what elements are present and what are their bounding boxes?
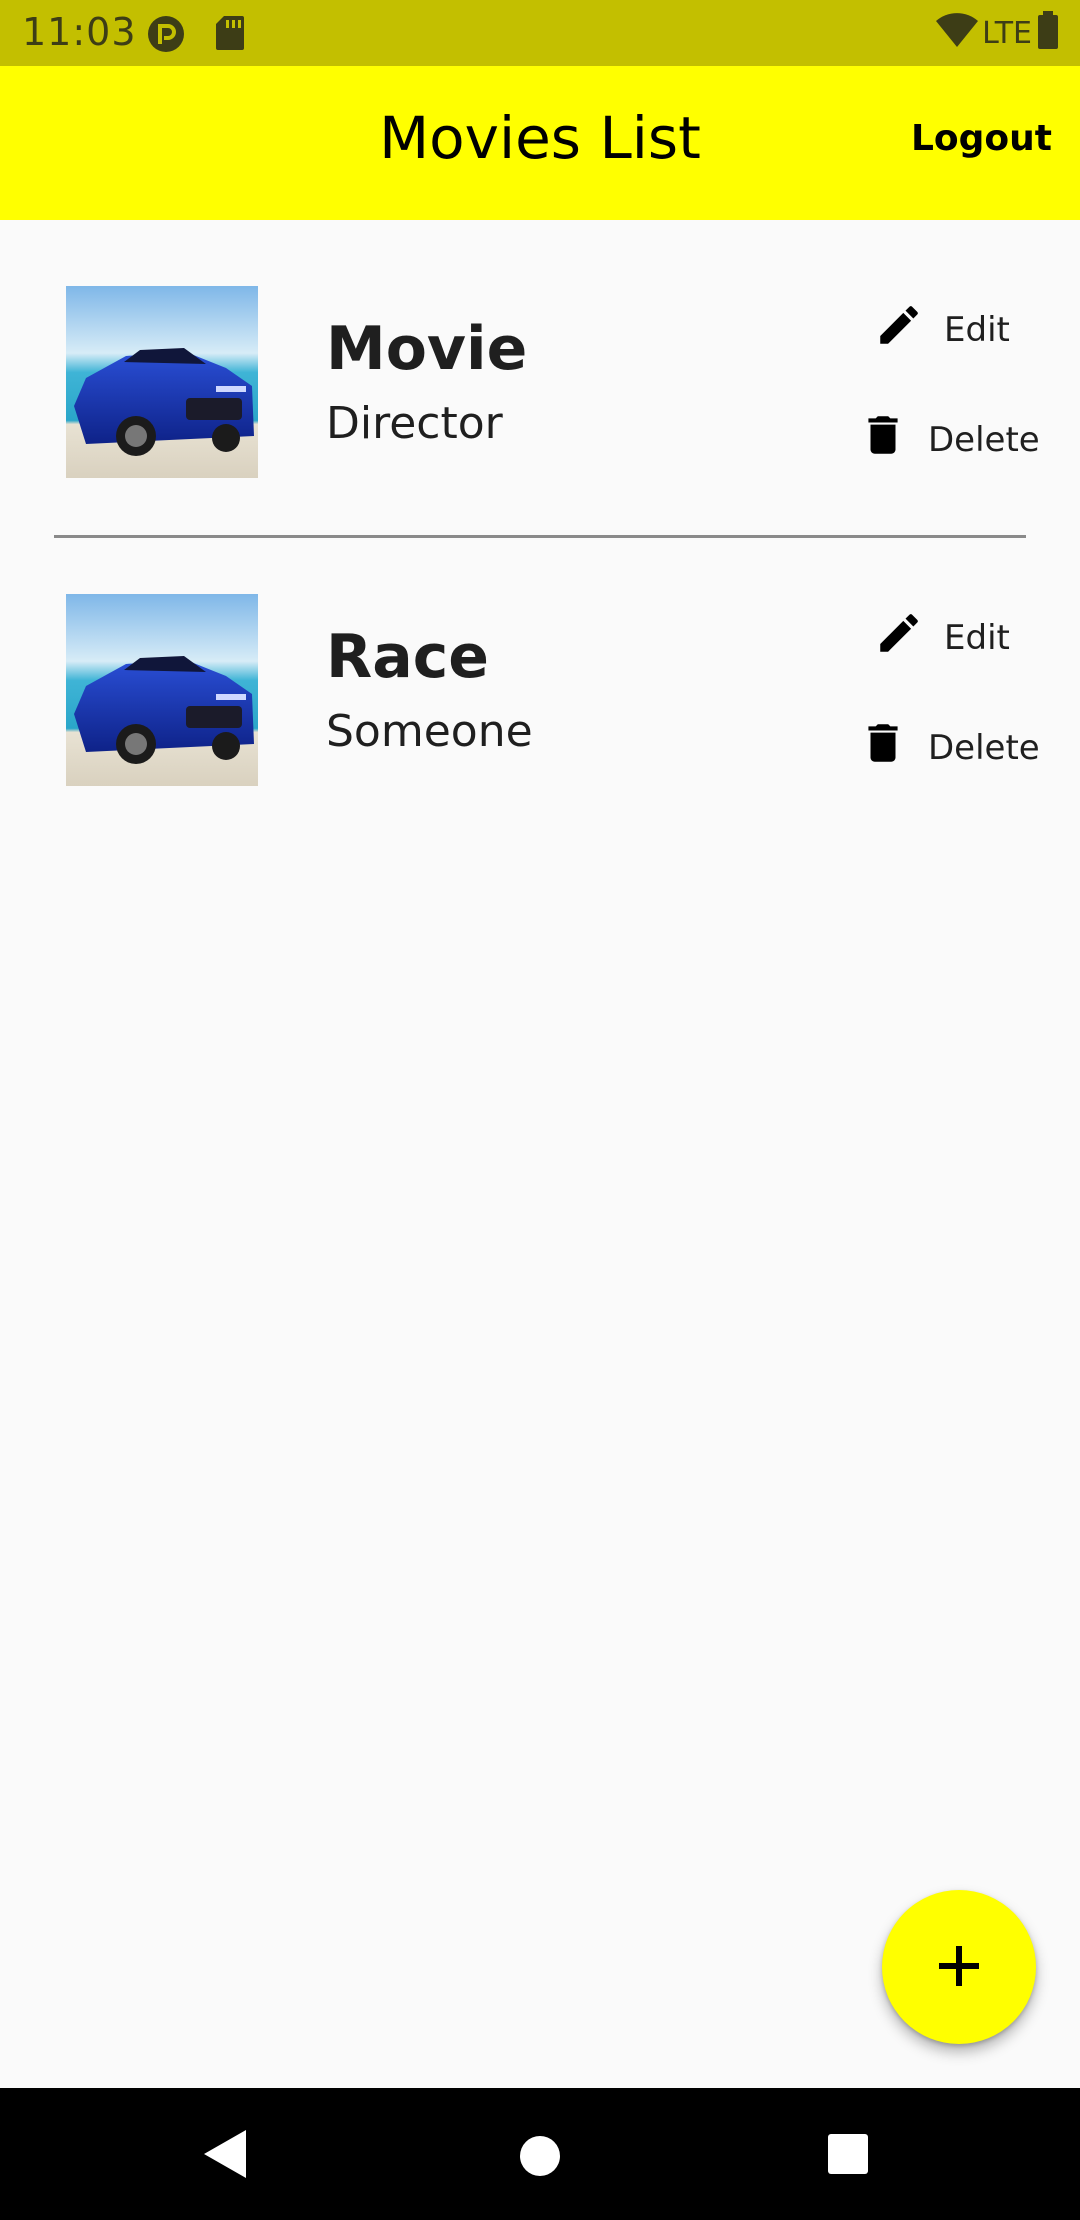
pocket-casts-icon	[146, 14, 186, 58]
home-icon	[518, 2136, 562, 2181]
logout-button[interactable]: Logout	[911, 118, 1052, 159]
delete-button[interactable]: Delete	[858, 410, 1040, 469]
recents-icon	[826, 2134, 870, 2179]
sd-card-icon	[214, 14, 246, 56]
pencil-icon	[874, 300, 924, 359]
trash-icon	[858, 718, 908, 777]
recents-button[interactable]	[826, 2132, 870, 2179]
wifi-icon	[936, 13, 979, 53]
delete-button[interactable]: Delete	[858, 718, 1040, 777]
network-label: LTE	[982, 15, 1032, 51]
edit-label: Edit	[944, 617, 1010, 658]
delete-label: Delete	[928, 727, 1040, 768]
edit-label: Edit	[944, 309, 1010, 350]
list-item[interactable]: Movie Director Edit Delete	[0, 220, 1080, 520]
status-bar: 11:03 LTE	[0, 0, 1080, 66]
trash-icon	[858, 410, 908, 469]
movie-thumbnail	[66, 594, 258, 786]
add-movie-button[interactable]	[882, 1890, 1036, 2044]
back-button[interactable]	[200, 2128, 250, 2183]
movie-director: Director	[326, 398, 503, 449]
battery-icon	[1036, 11, 1060, 55]
edit-button[interactable]: Edit	[874, 300, 1010, 359]
system-nav-bar	[0, 2088, 1080, 2220]
status-right: LTE	[936, 11, 1060, 55]
movie-title: Race	[326, 622, 489, 692]
movie-director: Someone	[326, 706, 533, 757]
plus-icon	[935, 1942, 983, 1993]
edit-button[interactable]: Edit	[874, 608, 1010, 667]
status-time: 11:03	[22, 10, 137, 54]
pencil-icon	[874, 608, 924, 667]
list-item[interactable]: Race Someone Edit Delete	[0, 528, 1080, 828]
delete-label: Delete	[928, 419, 1040, 460]
movie-thumbnail	[66, 286, 258, 478]
app-bar: Movies List Logout	[0, 66, 1080, 220]
movie-title: Movie	[326, 314, 528, 384]
back-icon	[200, 2130, 250, 2183]
home-button[interactable]	[518, 2134, 562, 2181]
